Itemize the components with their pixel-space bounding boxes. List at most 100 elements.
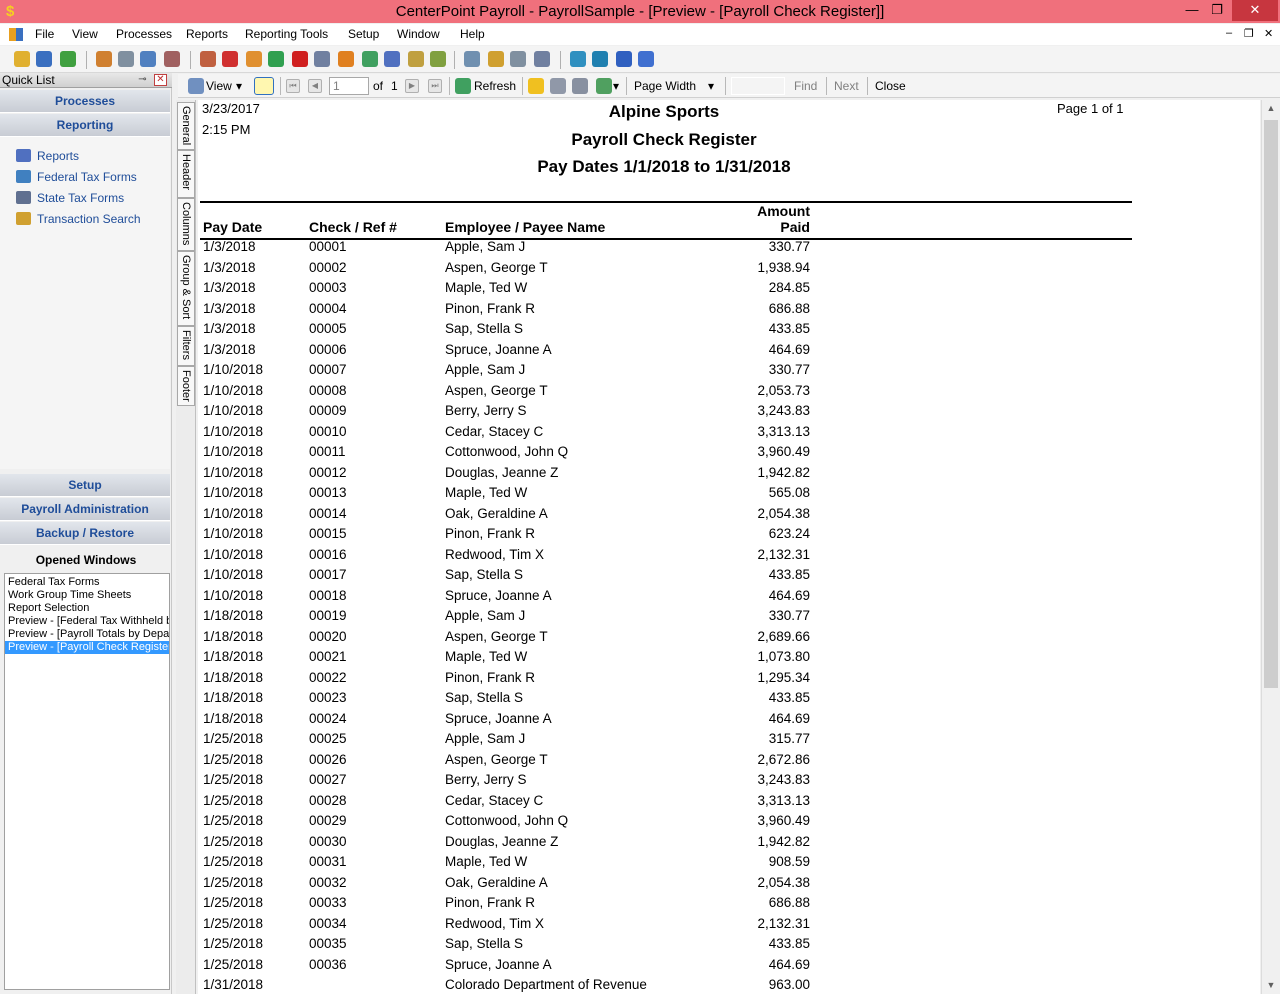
close-button[interactable]: ✕ [1232, 0, 1278, 21]
next-page-button[interactable]: ▶ [405, 79, 419, 93]
next-button[interactable]: Next [834, 79, 859, 93]
mdi-minimize-button[interactable]: – [1226, 27, 1232, 39]
first-page-button[interactable]: ⏮ [286, 79, 300, 93]
amount-cell: 433.85 [768, 567, 810, 582]
printer-icon[interactable] [118, 51, 134, 67]
maximize-button[interactable]: ❐ [1204, 0, 1230, 21]
clock-icon[interactable] [338, 51, 354, 67]
menu-window[interactable]: Window [397, 27, 440, 41]
table-row: 1/25/2018 00025 Apple, Sam J 315.77 [198, 731, 1130, 752]
vertical-scrollbar[interactable]: ▲ ▼ [1261, 100, 1280, 994]
page-number-input[interactable]: 1 [329, 77, 369, 95]
form-icon[interactable] [384, 51, 400, 67]
book-icon[interactable] [36, 51, 52, 67]
key-icon[interactable] [488, 51, 504, 67]
opened-window-item[interactable]: Federal Tax Forms [5, 576, 169, 589]
refresh-button[interactable]: Refresh [474, 79, 516, 93]
quick-list-sidebar: Quick List ⊸ ✕ Processes Reporting Repor… [0, 73, 172, 994]
scroll-thumb[interactable] [1264, 120, 1278, 688]
menu-file[interactable]: File [35, 27, 54, 41]
scroll-up-arrow-icon[interactable]: ▲ [1262, 100, 1280, 117]
export-dropdown-arrow-icon[interactable]: ▾ [613, 79, 619, 93]
tab-general[interactable]: General [177, 102, 195, 150]
info-icon[interactable] [638, 51, 654, 67]
tab-columns[interactable]: Columns [177, 198, 195, 251]
refresh-icon[interactable] [60, 51, 76, 67]
quick-list-close-icon[interactable]: ✕ [154, 74, 167, 86]
tab-header[interactable]: Header [177, 150, 195, 198]
amount-cell: 686.88 [768, 300, 810, 316]
link-transaction-search[interactable]: Transaction Search [16, 212, 141, 226]
globe2-icon[interactable] [592, 51, 608, 67]
opened-window-item[interactable]: Preview - [Payroll Totals by Depart [5, 628, 169, 641]
opened-window-item[interactable]: Report Selection [5, 602, 169, 615]
menu-processes[interactable]: Processes [116, 27, 172, 41]
find-button[interactable]: Find [794, 79, 817, 93]
zoom-dropdown[interactable]: Page Width [634, 79, 696, 93]
table-row: 1/25/2018 00034 Redwood, Tim X 2,132.31 [198, 916, 1130, 937]
calculator-icon[interactable] [140, 51, 156, 67]
find-input[interactable] [731, 77, 785, 95]
employee-name-cell: Douglas, Jeanne Z [445, 464, 559, 480]
menu-reports[interactable]: Reports [186, 27, 228, 41]
open-folder-icon[interactable] [14, 51, 30, 67]
link-state-tax-forms[interactable]: State Tax Forms [16, 191, 124, 205]
zoom-dropdown-arrow-icon[interactable]: ▾ [708, 79, 714, 93]
link-reports[interactable]: Reports [16, 149, 79, 163]
document-icon[interactable] [9, 28, 23, 41]
dollar-icon[interactable] [268, 51, 284, 67]
check-cell: 00016 [309, 546, 347, 562]
register-icon[interactable] [314, 51, 330, 67]
refresh-icon[interactable] [455, 78, 471, 94]
opened-window-item-selected[interactable]: Preview - [Payroll Check Register [5, 641, 169, 654]
close-preview-button[interactable]: Close [875, 79, 906, 93]
people-group-icon[interactable] [200, 51, 216, 67]
lock-icon[interactable] [510, 51, 526, 67]
tools-icon[interactable] [164, 51, 180, 67]
handshake2-icon[interactable] [430, 51, 446, 67]
globe-icon[interactable] [570, 51, 586, 67]
report-setup-icon[interactable] [464, 51, 480, 67]
section-setup[interactable]: Setup [0, 474, 170, 497]
export-icon[interactable] [596, 78, 612, 94]
link-federal-tax-forms[interactable]: Federal Tax Forms [16, 170, 137, 184]
red-doc-icon[interactable] [222, 51, 238, 67]
pin-icon[interactable]: ⊸ [136, 74, 149, 86]
users-icon[interactable] [96, 51, 112, 67]
prev-page-button[interactable]: ◀ [308, 79, 322, 93]
print-setup-icon[interactable] [572, 78, 588, 94]
opened-window-item[interactable]: Work Group Time Sheets [5, 589, 169, 602]
section-processes[interactable]: Processes [0, 90, 170, 113]
menu-view[interactable]: View [72, 27, 98, 41]
pay-date-cell: 1/3/2018 [203, 259, 256, 275]
mdi-close-button[interactable]: ✕ [1264, 27, 1273, 40]
stop-icon[interactable] [292, 51, 308, 67]
scroll-down-arrow-icon[interactable]: ▼ [1262, 977, 1280, 994]
menu-setup[interactable]: Setup [348, 27, 379, 41]
menu-reporting-tools[interactable]: Reporting Tools [245, 27, 328, 41]
star-icon[interactable] [528, 78, 544, 94]
mdi-restore-button[interactable]: ❐ [1244, 27, 1254, 40]
lock2-icon[interactable] [534, 51, 550, 67]
checks-icon[interactable] [246, 51, 262, 67]
view-dropdown-arrow-icon[interactable]: ▾ [236, 79, 242, 93]
handshake-icon[interactable] [408, 51, 424, 67]
tab-footer[interactable]: Footer [177, 366, 195, 406]
comment-icon[interactable] [254, 77, 274, 95]
section-payroll-administration[interactable]: Payroll Administration [0, 498, 170, 521]
print-icon[interactable] [550, 78, 566, 94]
minimize-button[interactable]: — [1180, 0, 1204, 21]
table-row: 1/25/2018 00032 Oak, Geraldine A 2,054.38 [198, 875, 1130, 896]
pay-date-cell: 1/25/2018 [203, 956, 264, 972]
check-cell: 00025 [309, 731, 347, 746]
view-dropdown[interactable]: View [206, 79, 232, 93]
tab-filters[interactable]: Filters [177, 326, 195, 366]
section-reporting[interactable]: Reporting [0, 114, 170, 137]
section-backup-restore[interactable]: Backup / Restore [0, 522, 170, 545]
last-page-button[interactable]: ⏭ [428, 79, 442, 93]
menu-help[interactable]: Help [460, 27, 485, 41]
opened-window-item[interactable]: Preview - [Federal Tax Withheld b [5, 615, 169, 628]
tab-group-sort[interactable]: Group & Sort [177, 251, 195, 326]
help-icon[interactable] [616, 51, 632, 67]
tax-icon[interactable] [362, 51, 378, 67]
